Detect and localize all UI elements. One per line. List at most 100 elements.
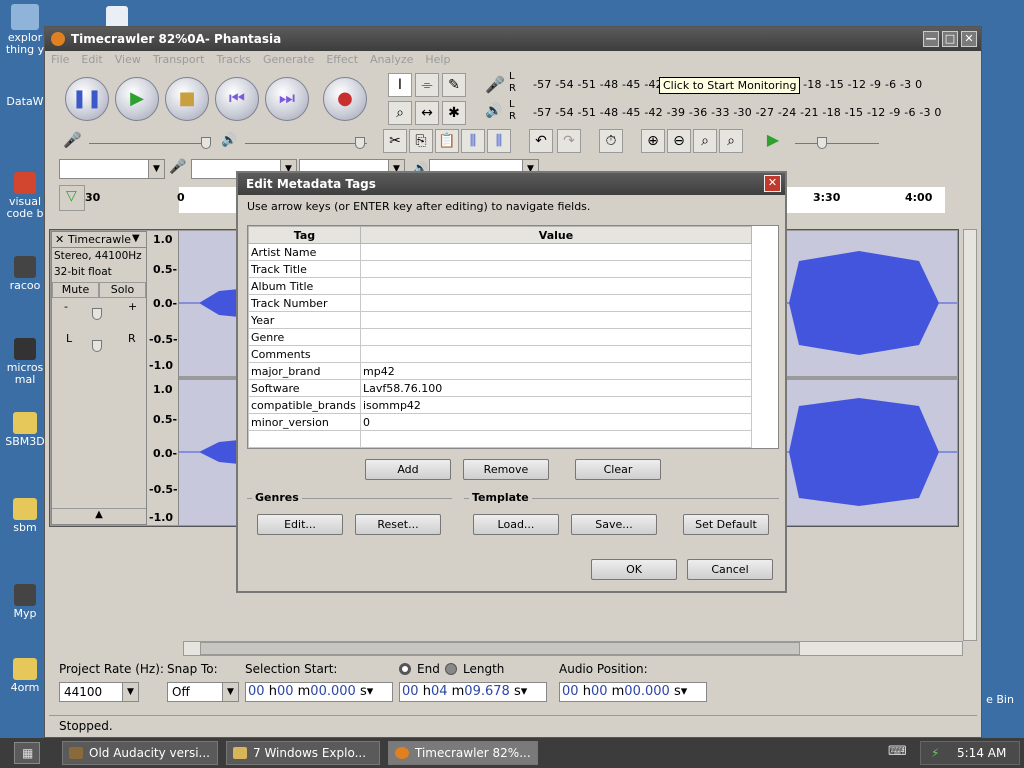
- collapse-track-button[interactable]: ▲: [52, 508, 146, 524]
- value-cell[interactable]: [360, 277, 752, 295]
- value-cell[interactable]: Lavf58.76.100: [360, 379, 752, 397]
- desktop-icon-dataw[interactable]: DataW: [0, 96, 50, 108]
- zoom-tool[interactable]: ⌕: [388, 101, 412, 125]
- tag-cell[interactable]: Genre: [248, 328, 361, 346]
- table-row[interactable]: Track Number: [248, 294, 752, 312]
- table-row[interactable]: Artist Name: [248, 243, 752, 261]
- clear-button[interactable]: Clear: [575, 459, 661, 480]
- menu-edit[interactable]: Edit: [75, 51, 108, 66]
- cancel-button[interactable]: Cancel: [687, 559, 773, 580]
- envelope-tool[interactable]: ⌯: [415, 73, 439, 97]
- cut-button[interactable]: ✂: [383, 129, 407, 153]
- value-cell[interactable]: isommp42: [360, 396, 752, 414]
- horizontal-scrollbar[interactable]: [183, 641, 963, 656]
- task-windows-explorer[interactable]: 7 Windows Explo...: [226, 741, 380, 765]
- genres-reset-button[interactable]: Reset...: [355, 514, 441, 535]
- table-row[interactable]: minor_version 0: [248, 413, 752, 431]
- tag-cell[interactable]: Track Title: [248, 260, 361, 278]
- horizontal-scroll-thumb[interactable]: [200, 642, 800, 655]
- metadata-grid[interactable]: Tag Value Artist Name Track Title Album Ti…: [247, 225, 779, 449]
- value-cell[interactable]: [360, 243, 752, 261]
- skip-end-button[interactable]: ⏭: [265, 77, 309, 121]
- solo-button[interactable]: Solo: [99, 282, 146, 298]
- task-old-audacity[interactable]: Old Audacity versi...: [62, 741, 218, 765]
- track-name[interactable]: Timecrawle: [68, 233, 131, 246]
- add-button[interactable]: Add: [365, 459, 451, 480]
- value-cell[interactable]: [360, 311, 752, 329]
- desktop-icon-explorer[interactable]: explor thing y: [0, 4, 50, 56]
- menu-help[interactable]: Help: [419, 51, 456, 66]
- tag-cell[interactable]: compatible_brands: [248, 396, 361, 414]
- skip-start-button[interactable]: ⏮: [215, 77, 259, 121]
- track-control-panel[interactable]: ✕ Timecrawle ▼ Stereo, 44100Hz 32-bit fl…: [51, 231, 147, 525]
- template-load-button[interactable]: Load...: [473, 514, 559, 535]
- undo-button[interactable]: ↶: [529, 129, 553, 153]
- track-menu-chevron-icon[interactable]: ▼: [132, 233, 140, 244]
- stop-button[interactable]: ■: [165, 77, 209, 121]
- table-row[interactable]: compatible_brands isommp42: [248, 396, 752, 414]
- table-row[interactable]: Album Title: [248, 277, 752, 295]
- playback-meter-scale[interactable]: -57 -54 -51 -48 -45 -42 -39 -36 -33 -30 …: [533, 106, 942, 119]
- silence-button[interactable]: ⫼: [487, 129, 511, 153]
- input-volume-thumb[interactable]: [201, 137, 211, 149]
- table-row[interactable]: Comments: [248, 345, 752, 363]
- start-button[interactable]: ▦: [14, 742, 40, 764]
- value-cell[interactable]: [360, 430, 752, 448]
- paste-button[interactable]: 📋: [435, 129, 459, 153]
- record-button[interactable]: ●: [323, 77, 367, 121]
- menu-effect[interactable]: Effect: [320, 51, 364, 66]
- play-speed-slider[interactable]: [795, 143, 879, 144]
- template-save-button[interactable]: Save...: [571, 514, 657, 535]
- keyboard-icon[interactable]: ⌨: [888, 744, 907, 759]
- record-meter-scale[interactable]: -57 -54 -51 -48 -45 -42 -3: [533, 78, 678, 91]
- desktop-icon-sbm[interactable]: sbm: [0, 498, 50, 534]
- fit-selection-button[interactable]: ⌕: [693, 129, 717, 153]
- desktop-icon-sbm3d[interactable]: SBM3D: [0, 412, 50, 448]
- clock[interactable]: 5:14 AM: [957, 746, 1006, 760]
- input-volume-slider[interactable]: [89, 143, 211, 144]
- tag-cell[interactable]: Comments: [248, 345, 361, 363]
- dialog-close-button[interactable]: ✕: [764, 175, 781, 192]
- desktop-icon-recycle-bin[interactable]: e Bin: [976, 694, 1024, 706]
- tag-cell[interactable]: minor_version: [248, 413, 361, 431]
- timeline-menu-button[interactable]: ▽: [59, 185, 85, 211]
- value-cell[interactable]: 0: [360, 413, 752, 431]
- ok-button[interactable]: OK: [591, 559, 677, 580]
- window-titlebar[interactable]: Timecrawler 82%0A- Phantasia — □ ✕: [45, 27, 981, 51]
- close-button[interactable]: ✕: [961, 31, 977, 47]
- output-volume-thumb[interactable]: [355, 137, 365, 149]
- value-cell[interactable]: mp42: [360, 362, 752, 380]
- zoom-in-button[interactable]: ⊕: [641, 129, 665, 153]
- desktop-icon-myp[interactable]: Myp: [0, 584, 50, 620]
- track-header[interactable]: ✕ Timecrawle ▼: [52, 232, 146, 248]
- multi-tool[interactable]: ✱: [442, 101, 466, 125]
- value-cell[interactable]: [360, 345, 752, 363]
- vertical-scrollbar[interactable]: [963, 229, 977, 641]
- network-icon[interactable]: ⚡: [931, 742, 939, 764]
- tag-cell[interactable]: major_brand: [248, 362, 361, 380]
- table-row[interactable]: major_brand mp42: [248, 362, 752, 380]
- track-close-icon[interactable]: ✕: [55, 233, 64, 246]
- tag-cell[interactable]: Track Number: [248, 294, 361, 312]
- microphone-icon[interactable]: 🎤: [485, 75, 505, 94]
- menu-analyze[interactable]: Analyze: [364, 51, 419, 66]
- selection-tool[interactable]: I: [388, 73, 412, 97]
- tag-cell[interactable]: [248, 430, 361, 448]
- desktop-icon-micros[interactable]: micros mal: [0, 338, 50, 386]
- output-volume-slider[interactable]: [245, 143, 367, 144]
- mute-button[interactable]: Mute: [52, 282, 99, 298]
- sync-lock-button[interactable]: ⏱: [599, 129, 623, 153]
- fit-project-button[interactable]: ⌕: [719, 129, 743, 153]
- tag-cell[interactable]: Year: [248, 311, 361, 329]
- menu-view[interactable]: View: [109, 51, 147, 66]
- value-cell[interactable]: [360, 294, 752, 312]
- menu-file[interactable]: File: [45, 51, 75, 66]
- zoom-out-button[interactable]: ⊖: [667, 129, 691, 153]
- value-column-header[interactable]: Value: [360, 226, 752, 244]
- minimize-button[interactable]: —: [923, 31, 939, 47]
- genres-edit-button[interactable]: Edit...: [257, 514, 343, 535]
- value-cell[interactable]: [360, 260, 752, 278]
- host-select[interactable]: ▼: [59, 159, 165, 179]
- end-radio[interactable]: [399, 663, 411, 675]
- project-rate-select[interactable]: 44100 ▼: [59, 682, 139, 702]
